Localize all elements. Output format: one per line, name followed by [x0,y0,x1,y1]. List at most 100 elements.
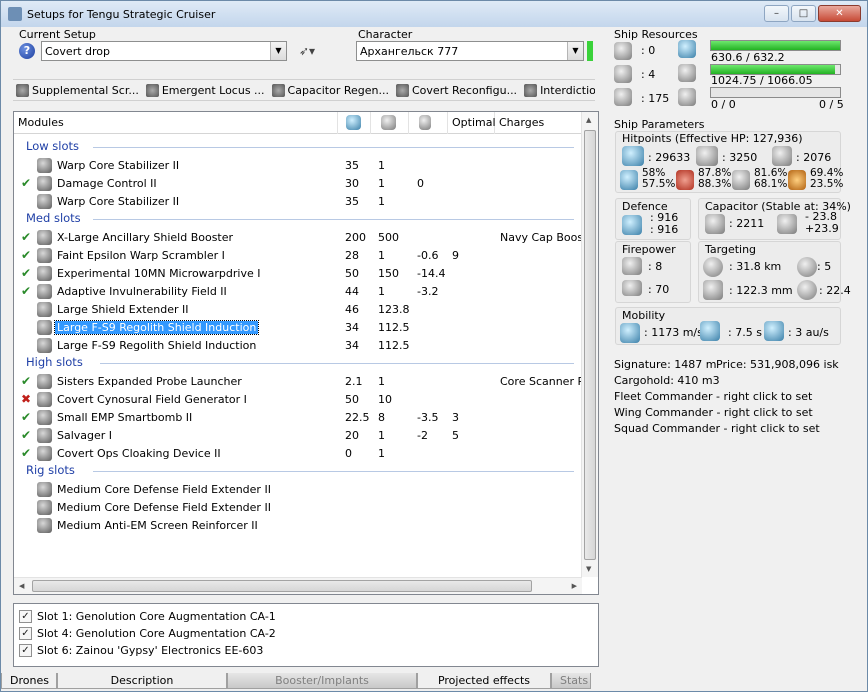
character-select[interactable]: Архангельск 777 ▼ [356,41,584,61]
vertical-scroll-thumb[interactable] [584,130,596,560]
module-row[interactable]: Warp Core Stabilizer II 35 1 [14,193,582,211]
tab-booster-implants[interactable]: Booster/Implants [227,673,417,689]
module-charges: Navy Cap Booster [500,231,582,244]
section-divider [100,363,574,364]
app-icon [8,7,22,21]
check-icon[interactable]: ✔ [21,374,33,388]
subsystem-icon [524,83,538,97]
subsystem-item[interactable]: Emergent Locus ... [143,83,269,97]
module-row[interactable]: ✔ Faint Epsilon Warp Scrambler I 28 1 -0.6 9 [14,247,582,265]
targeting-range-icon [703,257,723,277]
implant-checkbox[interactable]: ✓ [19,609,32,623]
explosive-resist-values: 69.4% 23.5% [810,168,843,190]
capacitor-recharge: +23.9 [805,222,839,235]
capacitor-icon [705,214,725,234]
close-button[interactable]: ✕ [818,5,861,22]
header-modules[interactable]: Modules [14,112,338,134]
module-row[interactable]: ✔ Covert Ops Cloaking Device II 0 1 [14,445,582,463]
scroll-down-icon[interactable]: ▼ [586,565,591,573]
powergrid-icon [381,115,396,130]
check-icon[interactable]: ✔ [21,176,33,190]
subsystem-icon [16,83,29,97]
module-row[interactable]: Medium Core Defense Field Extender II [14,499,582,517]
module-row[interactable]: Warp Core Stabilizer II 35 1 [14,157,582,175]
squad-commander-text[interactable]: Squad Commander - right click to set [614,422,820,435]
cross-icon[interactable]: ✖ [21,392,33,406]
module-row[interactable]: ✔ Damage Control II 30 1 0 [14,175,582,193]
module-name: Warp Core Stabilizer II [57,195,180,208]
implant-item[interactable]: ✓ Slot 1: Genolution Core Augmentation CA… [19,608,276,624]
max-targets: : 5 [817,260,832,273]
check-icon[interactable]: ✔ [21,230,33,244]
fleet-commander-text[interactable]: Fleet Commander - right click to set [614,390,812,403]
tab-description[interactable]: Description [57,673,227,689]
implant-item[interactable]: ✓ Slot 6: Zainou 'Gypsy' Electronics EE-6… [19,642,263,658]
title-bar[interactable]: Setups for Tengu Strategic Cruiser – □ ✕ [1,1,867,27]
module-icon [37,446,52,461]
maximize-button[interactable]: □ [791,5,816,22]
module-capacitor: -2 [417,429,428,442]
setup-select[interactable]: Covert drop ▼ [41,41,287,61]
module-row[interactable]: ✔ Sisters Expanded Probe Launcher 2.1 1 Core… [14,373,582,391]
module-power: 1 [378,375,385,388]
module-power: 1 [378,177,385,190]
armor-icon [696,146,718,166]
check-icon[interactable]: ✔ [21,428,33,442]
cpu-bar-fill [711,41,840,50]
subsystem-item[interactable]: Capacitor Regen... [269,83,393,97]
horizontal-scroll-thumb[interactable] [32,580,532,592]
scroll-up-icon[interactable]: ▲ [586,116,591,124]
max-velocity: : 1173 m/s [644,326,703,339]
check-icon[interactable]: ✔ [21,248,33,262]
check-icon[interactable]: ✔ [21,266,33,280]
module-row[interactable]: Large Shield Extender II 46 123.8 [14,301,582,319]
subsystem-item[interactable]: Supplemental Scr... [13,83,143,97]
header-optimal[interactable]: Optimal [448,112,496,134]
scroll-left-icon[interactable]: ◀ [19,582,24,590]
implant-checkbox[interactable]: ✓ [19,643,32,657]
horizontal-scrollbar[interactable]: ◀ ▶ [14,577,582,594]
section-divider [93,219,574,220]
implant-checkbox[interactable]: ✓ [19,626,32,640]
module-row[interactable]: Medium Anti-EM Screen Reinforcer II [14,517,582,535]
module-row[interactable]: ✖ Covert Cynosural Field Generator I 50 10 [14,391,582,409]
vertical-scrollbar[interactable]: ▲ ▼ [581,112,598,577]
module-row[interactable]: ✔ Small EMP Smartbomb II 22.5 8 -3.5 3 [14,409,582,427]
drone-slots-value: 0 / 5 [819,98,844,111]
subsystem-icon [396,83,409,97]
minimize-button[interactable]: – [764,5,789,22]
warp-speed: : 3 au/s [788,326,829,339]
tab-drones[interactable]: Drones [1,673,57,689]
module-row[interactable]: Medium Core Defense Field Extender II [14,481,582,499]
header-cpu[interactable] [338,112,371,134]
wing-commander-text[interactable]: Wing Commander - right click to set [614,406,813,419]
check-icon[interactable]: ✔ [21,410,33,424]
implant-label: Slot 6: Zainou 'Gypsy' Electronics EE-60… [37,643,264,657]
check-icon[interactable]: ✔ [21,446,33,460]
tab-projected-effects[interactable]: Projected effects [417,673,551,689]
module-row[interactable]: Large F-S9 Regolith Shield Induction 34 11… [14,337,582,355]
subsystem-item[interactable]: Interdiction Nullifier [521,83,595,97]
module-row[interactable]: ✔ X-Large Ancillary Shield Booster 200 500 N… [14,229,582,247]
header-capacitor[interactable] [409,112,448,134]
header-power[interactable] [371,112,409,134]
check-icon[interactable]: ✔ [21,284,33,298]
max-targets-icon [797,257,817,277]
tab-stats[interactable]: Stats [551,673,591,689]
modules-list[interactable]: Modules Optimal Charges Low slots Warp Co… [13,111,599,595]
subsystem-label: Emergent Locus ... [161,83,265,97]
ship-menu-icon[interactable]: ➶▾ [299,44,321,60]
header-charges[interactable]: Charges [495,112,582,134]
module-row[interactable]: ✔ Adaptive Invulnerability Field II 44 1 -3.… [14,283,582,301]
scroll-right-icon[interactable]: ▶ [572,582,577,590]
module-row[interactable]: ✔ Experimental 10MN Microwarpdrive I 50 150… [14,265,582,283]
module-row[interactable]: Large F-S9 Regolith Shield Induction 34 11… [14,319,582,337]
module-row[interactable]: ✔ Salvager I 20 1 -2 5 [14,427,582,445]
price-text: Price: 531,908,096 isk [716,358,839,371]
warp-speed-icon [764,321,784,341]
subsystem-item[interactable]: Covert Reconfigu... [393,83,521,97]
help-icon[interactable]: ? [19,43,35,59]
subsystem-label: Supplemental Scr... [32,83,139,97]
module-name: Large Shield Extender II [57,303,189,316]
implant-item[interactable]: ✓ Slot 4: Genolution Core Augmentation CA… [19,625,276,641]
